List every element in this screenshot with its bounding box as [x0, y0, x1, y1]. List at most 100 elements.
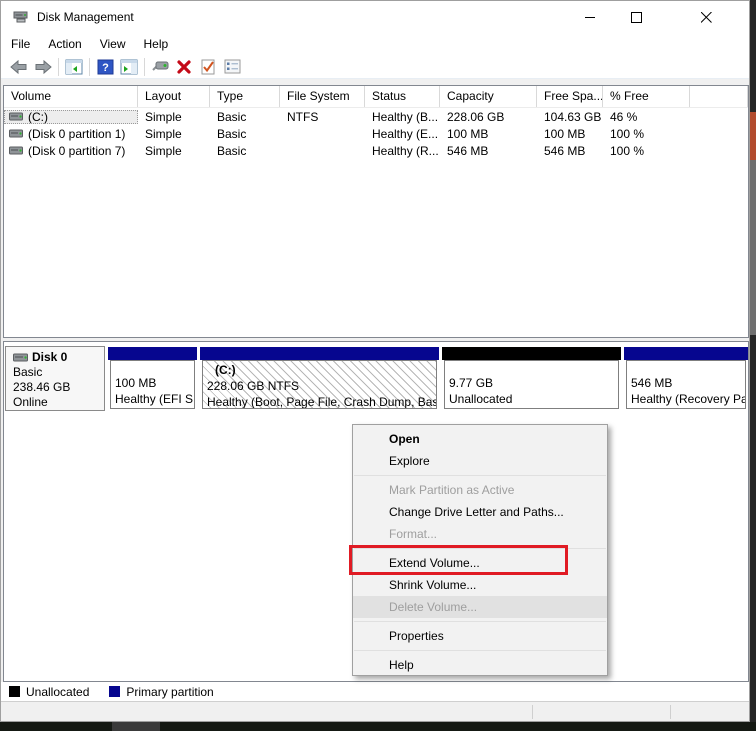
volume-icon	[9, 129, 23, 138]
cell-type: Basic	[210, 127, 280, 141]
column-header-filler	[690, 86, 748, 107]
cell-capacity: 100 MB	[440, 127, 537, 141]
table-row[interactable]: (C:) Simple Basic NTFS Healthy (B... 228…	[4, 108, 748, 125]
partition-size: 228.06 GB NTFS	[207, 378, 436, 394]
status-bar	[1, 701, 749, 721]
cell-pct-free: 46 %	[603, 110, 690, 124]
cell-status: Healthy (R...	[365, 144, 440, 158]
cell-layout: Simple	[138, 110, 210, 124]
legend-swatch-primary	[109, 686, 120, 697]
partition-recovery[interactable]: 546 MB Healthy (Recovery Pa	[624, 347, 748, 410]
volume-name: (Disk 0 partition 1)	[28, 127, 125, 141]
menu-item-delete-volume: Delete Volume...	[353, 596, 607, 618]
menu-item-mark-partition-active: Mark Partition as Active	[353, 479, 607, 501]
menu-item-explore[interactable]: Explore	[353, 450, 607, 472]
close-button[interactable]	[683, 1, 729, 33]
volume-list-header: Volume Layout Type File System Status Ca…	[4, 86, 748, 108]
column-header-pct-free[interactable]: % Free	[603, 86, 690, 107]
menu-help[interactable]: Help	[135, 33, 178, 55]
menu-file[interactable]: File	[2, 33, 39, 55]
partition-bar-primary	[200, 347, 439, 360]
back-icon[interactable]	[7, 57, 31, 77]
disk-name: Disk 0	[32, 350, 67, 365]
toolbar-separator	[58, 58, 59, 76]
column-header-layout[interactable]: Layout	[138, 86, 210, 107]
column-header-capacity[interactable]: Capacity	[440, 86, 537, 107]
cell-free-space: 104.63 GB	[537, 110, 603, 124]
column-header-volume[interactable]: Volume	[4, 86, 138, 107]
toolbar-separator	[89, 58, 90, 76]
column-header-status[interactable]: Status	[365, 86, 440, 107]
svg-text:?: ?	[102, 62, 109, 74]
menu-bar: File Action View Help	[1, 33, 749, 55]
cell-layout: Simple	[138, 127, 210, 141]
menu-item-help[interactable]: Help	[353, 654, 607, 676]
menu-item-open[interactable]: Open	[353, 428, 607, 450]
cell-capacity: 228.06 GB	[440, 110, 537, 124]
delete-icon[interactable]	[172, 57, 196, 77]
menu-separator	[354, 621, 606, 622]
partition-status: Healthy (EFI S	[115, 391, 194, 407]
cell-free-space: 100 MB	[537, 127, 603, 141]
properties-checklist-icon[interactable]	[220, 57, 244, 77]
menu-item-shrink-volume[interactable]: Shrink Volume...	[353, 574, 607, 596]
cell-capacity: 546 MB	[440, 144, 537, 158]
partition-efi[interactable]: 100 MB Healthy (EFI S	[108, 347, 197, 410]
legend-bar: Unallocated Primary partition	[1, 682, 749, 701]
show-console-tree-icon[interactable]	[62, 57, 86, 77]
validate-check-icon[interactable]	[196, 57, 220, 77]
partition-status: Healthy (Recovery Pa	[631, 391, 745, 407]
legend-swatch-unallocated	[9, 686, 20, 697]
disk-status: Online	[13, 395, 104, 410]
volume-context-menu: Open Explore Mark Partition as Active Ch…	[352, 424, 608, 676]
volume-name: (C:)	[28, 110, 48, 124]
disk-size: 238.46 GB	[13, 380, 104, 395]
cell-pct-free: 100 %	[603, 127, 690, 141]
volume-list-pane: Volume Layout Type File System Status Ca…	[3, 85, 749, 338]
minimize-button[interactable]	[567, 1, 613, 33]
legend-label-unallocated: Unallocated	[26, 685, 89, 699]
help-icon[interactable]: ?	[93, 57, 117, 77]
cell-pct-free: 100 %	[603, 144, 690, 158]
app-icon	[13, 10, 29, 29]
window-title: Disk Management	[37, 1, 134, 33]
partition-c-selected[interactable]: (C:) 228.06 GB NTFS Healthy (Boot, Page …	[200, 347, 439, 410]
cell-free-space: 546 MB	[537, 144, 603, 158]
show-action-pane-icon[interactable]	[117, 57, 141, 77]
menu-separator	[354, 548, 606, 549]
menu-item-extend-volume[interactable]: Extend Volume...	[353, 552, 607, 574]
partition-size: 100 MB	[115, 375, 194, 391]
menu-item-properties[interactable]: Properties	[353, 625, 607, 647]
menu-view[interactable]: View	[91, 33, 135, 55]
cell-status: Healthy (E...	[365, 127, 440, 141]
partition-bar-primary	[624, 347, 748, 360]
maximize-button[interactable]	[613, 1, 659, 33]
column-header-free-space[interactable]: Free Spa...	[537, 86, 603, 107]
volume-icon	[9, 146, 23, 155]
forward-icon[interactable]	[31, 57, 55, 77]
menu-item-format: Format...	[353, 523, 607, 545]
menu-separator	[354, 475, 606, 476]
menu-item-change-drive-letter[interactable]: Change Drive Letter and Paths...	[353, 501, 607, 523]
cell-status: Healthy (B...	[365, 110, 440, 124]
volume-name: (Disk 0 partition 7)	[28, 144, 125, 158]
toolbar-separator	[144, 58, 145, 76]
disk0-header[interactable]: Disk 0 Basic 238.46 GB Online	[5, 346, 105, 411]
partition-name: (C:)	[207, 362, 436, 378]
status-bar-divider	[670, 705, 671, 719]
screen: Disk Management File Action View Help	[0, 0, 756, 731]
desktop-edge	[750, 0, 756, 731]
partition-unallocated[interactable]: 9.77 GB Unallocated	[442, 347, 621, 410]
column-header-type[interactable]: Type	[210, 86, 280, 107]
table-row[interactable]: (Disk 0 partition 7) Simple Basic Health…	[4, 142, 748, 159]
legend-label-primary: Primary partition	[126, 685, 213, 699]
partition-status: Healthy (Boot, Page File, Crash Dump, Ba…	[207, 394, 436, 409]
table-row[interactable]: (Disk 0 partition 1) Simple Basic Health…	[4, 125, 748, 142]
partition-status: Unallocated	[449, 391, 618, 407]
menu-action[interactable]: Action	[39, 33, 90, 55]
title-bar: Disk Management	[1, 1, 749, 33]
disk-type: Basic	[13, 365, 104, 380]
column-header-file-system[interactable]: File System	[280, 86, 365, 107]
popup-window-icon[interactable]	[148, 57, 172, 77]
volume-icon	[9, 112, 23, 121]
